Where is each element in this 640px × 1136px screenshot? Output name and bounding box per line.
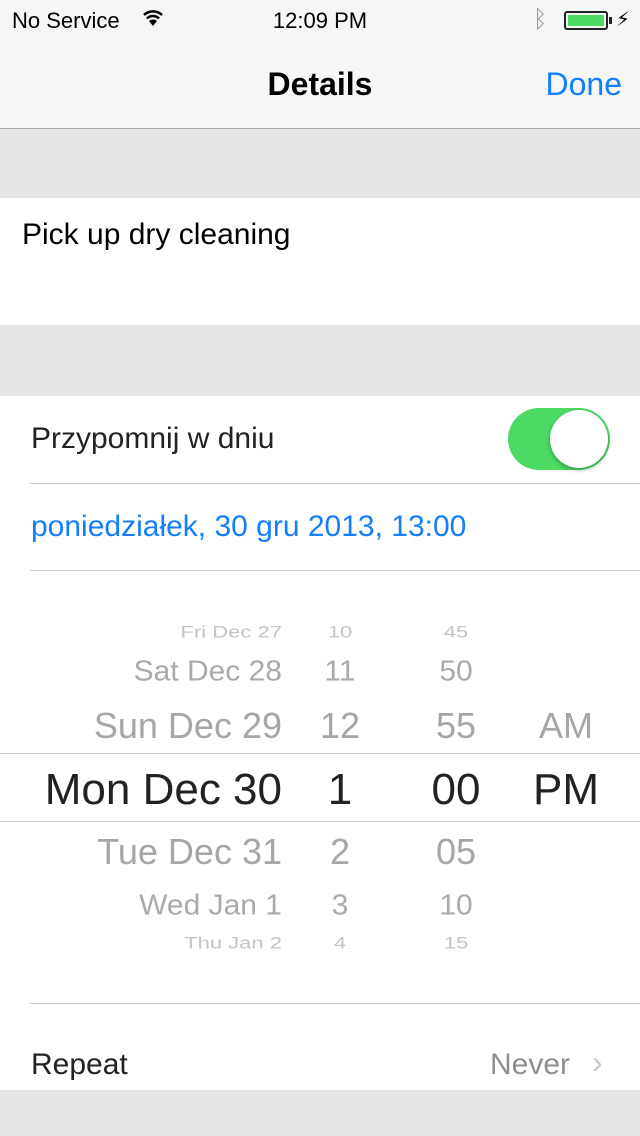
battery-nub: [609, 17, 612, 24]
picker-date: Mon Dec 30: [44, 765, 282, 814]
divider: [30, 483, 640, 484]
toggle-knob: [550, 410, 608, 468]
remind-toggle[interactable]: [508, 408, 610, 470]
picker-row[interactable]: Sat Dec 28 11 50: [0, 644, 640, 701]
picker-hour: 11: [324, 655, 356, 688]
picker-row[interactable]: Thu Jan 2 4 15: [0, 921, 640, 966]
reminder-date[interactable]: poniedziałek, 30 gru 2013, 13:00: [31, 510, 466, 544]
reminder-section: Przypomnij w dniu poniedziałek, 30 gru 2…: [0, 396, 640, 1090]
chevron-right-icon[interactable]: ›: [592, 1044, 603, 1081]
divider: [30, 1003, 640, 1004]
picker-row-selected[interactable]: Mon Dec 30 1 00 PM: [0, 760, 640, 820]
date-time-picker[interactable]: Fri Dec 27 10 45 Sat Dec 28 11 50 Sun Dec 29 12…: [0, 571, 640, 1003]
charging-icon: ⚡︎: [616, 9, 631, 31]
picker-date: Tue Dec 31: [97, 831, 282, 872]
picker-hour: 12: [319, 705, 361, 746]
picker-minute: 00: [431, 765, 481, 814]
picker-row[interactable]: Tue Dec 31 2 05: [0, 822, 640, 882]
picker-minute: 55: [435, 705, 477, 746]
navigation-bar: No Service 12:09 PM ᛒ ⚡︎ Details Done: [0, 0, 640, 129]
note-text[interactable]: Pick up dry cleaning: [22, 218, 290, 252]
picker-minute: 50: [439, 655, 473, 688]
picker-hour: 2: [329, 831, 351, 872]
battery-icon: [564, 11, 608, 30]
picker-date: Sat Dec 28: [133, 655, 282, 688]
picker-row[interactable]: Sun Dec 29 12 55 AM: [0, 696, 640, 756]
repeat-value[interactable]: Never: [490, 1048, 570, 1082]
page-title: Details: [267, 66, 373, 102]
picker-date: Sun Dec 29: [93, 705, 282, 746]
note-field[interactable]: Pick up dry cleaning: [0, 198, 640, 325]
remind-on-day-label: Przypomnij w dniu: [31, 422, 275, 455]
repeat-label: Repeat: [31, 1048, 128, 1081]
done-button[interactable]: Done: [546, 66, 623, 103]
picker-hour: 1: [327, 765, 353, 814]
picker-ampm: AM: [539, 705, 593, 746]
picker-minute: 05: [435, 831, 477, 872]
bluetooth-icon: ᛒ: [533, 6, 548, 33]
picker-date: Thu Jan 2: [184, 933, 282, 952]
picker-ampm: PM: [533, 765, 599, 814]
picker-minute: 15: [443, 933, 469, 952]
picker-hour: 4: [333, 933, 347, 952]
